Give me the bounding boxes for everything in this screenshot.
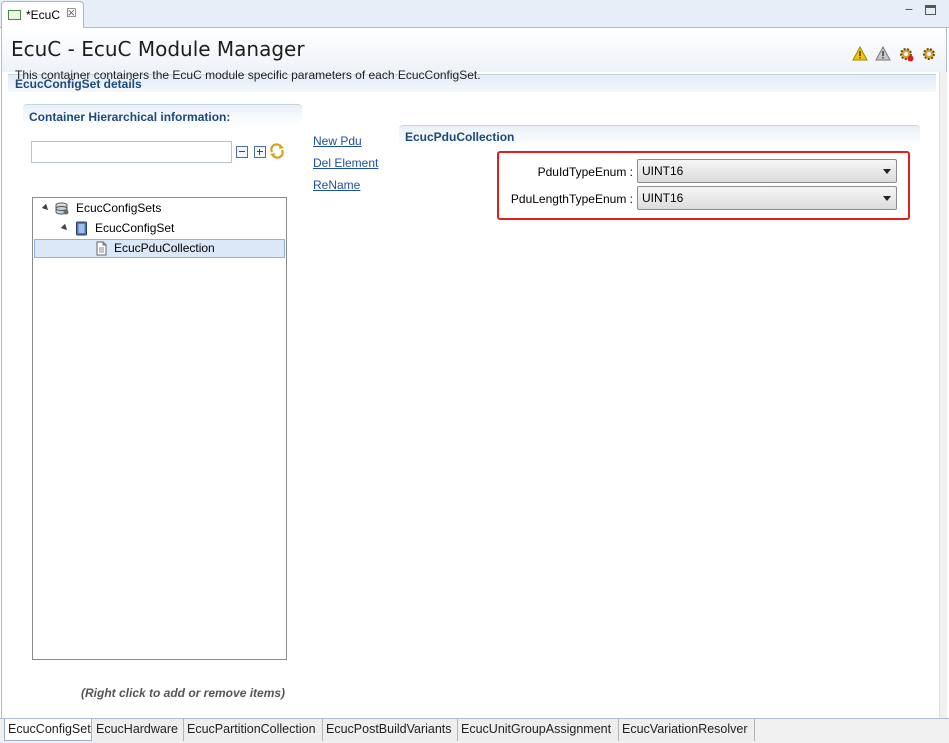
minimize-icon[interactable]: − <box>902 2 916 19</box>
collection-section-header: EcucPduCollection <box>399 125 920 147</box>
tab-ecuchardware[interactable]: EcucHardware <box>93 719 184 741</box>
tree-item-ecucconfigsets[interactable]: EcucConfigSets <box>33 199 286 218</box>
pdu-id-type-select[interactable]: UINT16 <box>637 159 897 183</box>
editor-tab-strip: *EcuC ☒ − <box>0 0 949 29</box>
chevron-down-icon[interactable] <box>883 196 891 201</box>
collapse-all-icon[interactable] <box>236 146 248 158</box>
tab-ecucconfigset[interactable]: EcucConfigSet <box>4 719 92 741</box>
config-sets-icon <box>55 202 69 215</box>
container-hierarchy-section: Container Hierarchical information: Ecuc… <box>23 104 302 676</box>
expand-arrow-icon[interactable] <box>41 203 51 213</box>
tree-item-label: EcucPduCollection <box>114 241 215 255</box>
editor-file-icon <box>8 10 21 20</box>
warning-icon[interactable] <box>852 46 868 62</box>
pdu-id-type-label: PduIdTypeEnum : <box>537 165 633 179</box>
expand-arrow-icon[interactable] <box>60 223 70 233</box>
rename-link[interactable]: ReName <box>313 178 373 192</box>
config-set-icon <box>76 221 87 236</box>
container-section-title: Container Hierarchical information: <box>29 110 231 124</box>
close-icon[interactable]: ☒ <box>66 6 77 20</box>
tree-hint-text: (Right click to add or remove items) <box>81 686 286 700</box>
warning-gray-icon[interactable] <box>875 46 891 62</box>
form-header: EcuC - EcuC Module Manager <box>2 28 946 72</box>
details-description: This container containers the EcuC modul… <box>15 68 481 82</box>
pdu-id-type-value: UINT16 <box>642 164 684 178</box>
page-title: EcuC - EcuC Module Manager <box>11 37 305 61</box>
container-section-header: Container Hierarchical information: <box>23 104 302 126</box>
expand-all-icon[interactable] <box>254 146 266 158</box>
editor-tab-label: *EcuC <box>26 8 61 22</box>
vertical-scrollbar[interactable] <box>939 72 947 718</box>
page-tabs: EcucConfigSet EcucHardware EcucPartition… <box>0 718 949 743</box>
container-tree[interactable]: EcucConfigSets EcucConfigSet EcucPduColl… <box>32 197 287 660</box>
del-element-link[interactable]: Del Element <box>313 156 379 170</box>
tree-item-label: EcucConfigSets <box>76 201 162 215</box>
new-pdu-link[interactable]: New Pdu <box>313 134 373 148</box>
document-icon <box>96 241 107 256</box>
pdu-length-type-label: PduLengthTypeEnum : <box>510 192 633 206</box>
pdu-length-type-select[interactable]: UINT16 <box>637 186 897 210</box>
maximize-icon[interactable] <box>925 5 936 15</box>
collection-section-title: EcucPduCollection <box>405 130 515 144</box>
editor-tab-ecuc[interactable]: *EcuC ☒ <box>1 1 84 29</box>
sync-icon[interactable] <box>269 143 285 159</box>
tree-filter-input[interactable] <box>31 141 232 163</box>
gear-error-icon[interactable] <box>898 46 914 62</box>
tree-item-ecucconfigset[interactable]: EcucConfigSet <box>33 219 286 238</box>
tree-item-label: EcucConfigSet <box>95 221 175 235</box>
tab-ecucunitgroupassignment[interactable]: EcucUnitGroupAssignment <box>458 719 619 741</box>
tab-ecucpartitioncollection[interactable]: EcucPartitionCollection <box>184 719 323 741</box>
tree-item-ecucpducollection[interactable]: EcucPduCollection <box>34 239 285 258</box>
gear-icon[interactable] <box>921 46 937 62</box>
tab-ecucvariationresolver[interactable]: EcucVariationResolver <box>619 719 755 741</box>
chevron-down-icon[interactable] <box>883 169 891 174</box>
tab-ecucpostbuildvariants[interactable]: EcucPostBuildVariants <box>323 719 458 741</box>
pdu-length-type-value: UINT16 <box>642 191 684 205</box>
